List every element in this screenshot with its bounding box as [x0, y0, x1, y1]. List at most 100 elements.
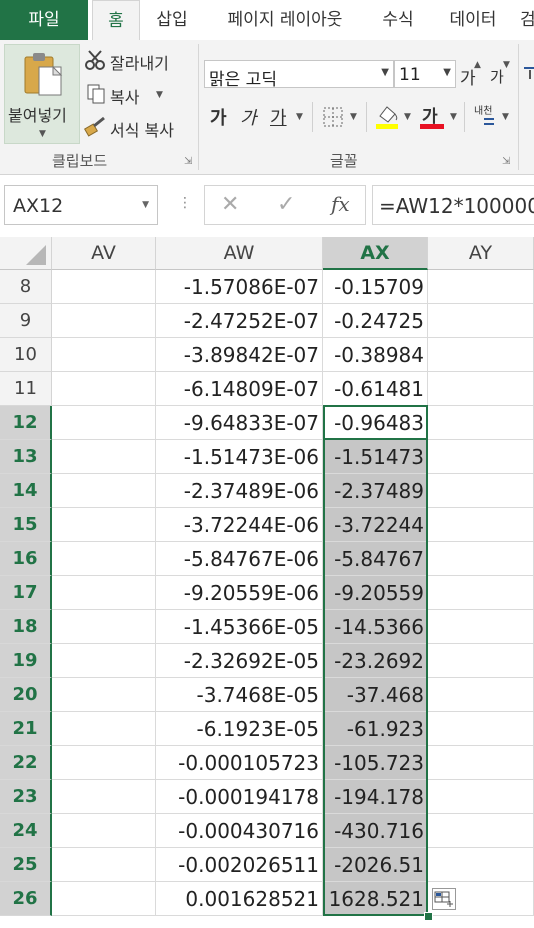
cell-av[interactable] [52, 848, 156, 882]
cell-ay[interactable] [428, 746, 534, 780]
cell-ax[interactable]: -0.15709 [323, 270, 428, 304]
cell-aw[interactable]: -0.000194178 [156, 780, 323, 814]
tab-review[interactable]: 검 [520, 0, 534, 40]
cell-ay[interactable] [428, 508, 534, 542]
tab-insert[interactable]: 삽입 [146, 0, 198, 40]
cell-ay[interactable] [428, 814, 534, 848]
cell-av[interactable] [52, 338, 156, 372]
row-header[interactable]: 12 [0, 406, 52, 440]
cell-aw[interactable]: -3.7468E-05 [156, 678, 323, 712]
column-header-aw[interactable]: AW [156, 237, 323, 270]
row-header[interactable]: 19 [0, 644, 52, 678]
cell-ax[interactable]: -9.20559 [323, 576, 428, 610]
cell-ax[interactable]: 1628.521 [323, 882, 428, 916]
cell-aw[interactable]: -0.000105723 [156, 746, 323, 780]
font-name-select[interactable]: 맑은 고딕 ▼ [204, 60, 394, 90]
cell-av[interactable] [52, 440, 156, 474]
copy-button[interactable]: 복사 ▼ [84, 82, 194, 108]
cell-ax[interactable]: -194.178 [323, 780, 428, 814]
cell-ax[interactable]: -2.37489 [323, 474, 428, 508]
cell-av[interactable] [52, 406, 156, 440]
cell-aw[interactable]: -6.1923E-05 [156, 712, 323, 746]
cell-aw[interactable]: -3.72244E-06 [156, 508, 323, 542]
cut-button[interactable]: 잘라내기 [84, 48, 194, 74]
cell-aw[interactable]: -3.89842E-07 [156, 338, 323, 372]
row-header[interactable]: 13 [0, 440, 52, 474]
cell-ay[interactable] [428, 610, 534, 644]
cell-av[interactable] [52, 474, 156, 508]
cell-ay[interactable] [428, 678, 534, 712]
cell-av[interactable] [52, 270, 156, 304]
chevron-down-icon[interactable]: ▼ [350, 112, 357, 122]
enter-icon[interactable]: ✓ [277, 192, 295, 217]
cell-ay[interactable] [428, 780, 534, 814]
cell-av[interactable] [52, 780, 156, 814]
select-all-corner[interactable] [0, 237, 52, 270]
row-header[interactable]: 14 [0, 474, 52, 508]
chevron-down-icon[interactable]: ▼ [450, 112, 457, 122]
cell-aw[interactable]: -9.64833E-07 [156, 406, 323, 440]
cell-av[interactable] [52, 542, 156, 576]
column-header-ay[interactable]: AY [428, 237, 534, 270]
cell-av[interactable] [52, 372, 156, 406]
cell-aw[interactable]: -2.47252E-07 [156, 304, 323, 338]
formula-input[interactable]: =AW12*100000 [372, 185, 534, 225]
insert-function-icon[interactable]: fx [331, 192, 350, 216]
cell-av[interactable] [52, 814, 156, 848]
cell-av[interactable] [52, 712, 156, 746]
row-header[interactable]: 22 [0, 746, 52, 780]
row-header[interactable]: 8 [0, 270, 52, 304]
cell-av[interactable] [52, 746, 156, 780]
row-header[interactable]: 24 [0, 814, 52, 848]
cell-ay[interactable] [428, 542, 534, 576]
cancel-icon[interactable]: ✕ [221, 192, 239, 217]
name-box[interactable]: AX12 ▼ [4, 185, 158, 225]
cell-ay[interactable] [428, 712, 534, 746]
fill-handle[interactable] [424, 912, 433, 921]
cell-ay[interactable] [428, 372, 534, 406]
chevron-down-icon[interactable]: ▼ [502, 112, 509, 122]
row-header[interactable]: 26 [0, 882, 52, 916]
cell-av[interactable] [52, 644, 156, 678]
shrink-font-button[interactable]: 가 [490, 66, 504, 87]
cell-ax[interactable]: -5.84767 [323, 542, 428, 576]
row-header[interactable]: 16 [0, 542, 52, 576]
cell-ax[interactable]: -1.51473 [323, 440, 428, 474]
cell-ax[interactable]: -23.2692 [323, 644, 428, 678]
cell-ay[interactable] [428, 406, 534, 440]
cell-av[interactable] [52, 678, 156, 712]
underline-button[interactable]: 가 [270, 104, 287, 130]
column-header-av[interactable]: AV [52, 237, 156, 270]
cell-av[interactable] [52, 508, 156, 542]
cell-ax[interactable]: -105.723 [323, 746, 428, 780]
tab-data[interactable]: 데이터 [438, 0, 508, 40]
italic-button[interactable]: 가 [240, 104, 257, 130]
cell-aw[interactable]: -1.57086E-07 [156, 270, 323, 304]
active-cell-ax[interactable]: -0.96483 [323, 406, 428, 440]
cell-aw[interactable]: -1.45366E-05 [156, 610, 323, 644]
cell-aw[interactable]: -2.37489E-06 [156, 474, 323, 508]
phonetic-guide-button[interactable]: 내천 [474, 102, 492, 117]
tab-page-layout[interactable]: 페이지 레이아웃 [210, 0, 360, 40]
row-header[interactable]: 23 [0, 780, 52, 814]
fill-color-icon[interactable] [374, 102, 400, 130]
row-header[interactable]: 20 [0, 678, 52, 712]
font-size-select[interactable]: 11 ▼ [394, 60, 456, 88]
cell-ay[interactable] [428, 338, 534, 372]
cell-ax[interactable]: -430.716 [323, 814, 428, 848]
row-header[interactable]: 25 [0, 848, 52, 882]
cell-ay[interactable] [428, 270, 534, 304]
cell-av[interactable] [52, 576, 156, 610]
row-header[interactable]: 10 [0, 338, 52, 372]
dialog-launcher-icon[interactable]: ⇲ [502, 156, 510, 167]
chevron-down-icon[interactable]: ▼ [296, 112, 303, 122]
row-header[interactable]: 21 [0, 712, 52, 746]
row-header[interactable]: 11 [0, 372, 52, 406]
cell-aw[interactable]: -0.002026511 [156, 848, 323, 882]
tab-file[interactable]: 파일 [0, 0, 88, 40]
cell-av[interactable] [52, 610, 156, 644]
cell-aw[interactable]: -6.14809E-07 [156, 372, 323, 406]
cell-aw[interactable]: -9.20559E-06 [156, 576, 323, 610]
cell-ax[interactable]: -0.38984 [323, 338, 428, 372]
chevron-down-icon[interactable]: ▼ [404, 112, 411, 122]
